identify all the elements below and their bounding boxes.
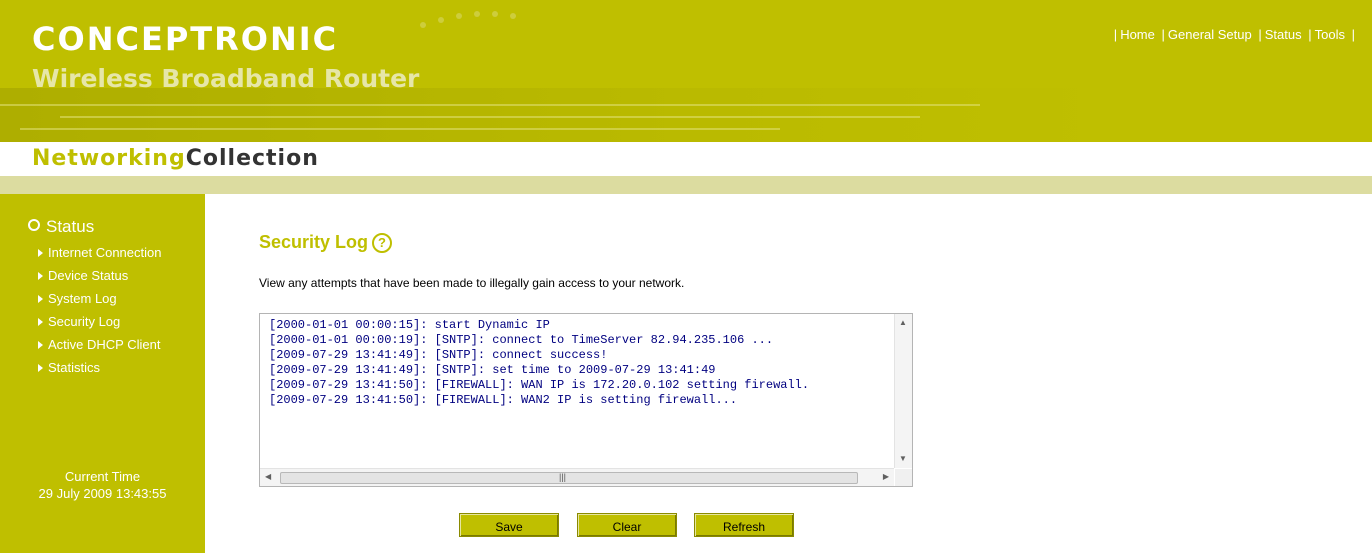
save-button[interactable]: Save — [459, 513, 559, 537]
banner-dot — [492, 11, 498, 17]
banner-dot — [510, 13, 516, 19]
log-line: [2009-07-29 13:41:49]: [SNTP]: set time … — [269, 363, 716, 377]
sidebar-item-device-status[interactable]: Device Status — [38, 264, 161, 287]
help-icon[interactable]: ? — [372, 233, 393, 253]
log-line: [2009-07-29 13:41:49]: [SNTP]: connect s… — [269, 348, 608, 362]
banner-dot — [420, 22, 426, 28]
sidebar-section-title: Status — [46, 217, 95, 236]
collection-logo: NetworkingCollection — [32, 146, 319, 171]
banner-dot — [474, 11, 480, 17]
header-stripe — [0, 176, 1372, 194]
nav-tools-link[interactable]: Tools — [1315, 27, 1345, 42]
sidebar-item-system-log[interactable]: System Log — [38, 287, 161, 310]
sidebar-item-label: Statistics — [48, 360, 101, 375]
log-line: [2009-07-29 13:41:50]: [FIREWALL]: WAN2 … — [269, 393, 738, 407]
scroll-right-arrow-icon[interactable]: ▶ — [883, 473, 889, 481]
scroll-left-arrow-icon[interactable]: ◀ — [265, 473, 271, 481]
page-title-text: Security Log — [259, 232, 369, 252]
triangle-right-icon — [38, 364, 43, 372]
nav-general-setup-link[interactable]: General Setup — [1168, 27, 1252, 42]
sidebar-item-label: System Log — [48, 291, 117, 306]
banner-shade — [0, 88, 1100, 142]
product-subtitle: Wireless Broadband Router — [32, 64, 420, 93]
banner-dot — [456, 13, 462, 19]
sidebar-item-security-log[interactable]: Security Log — [38, 310, 161, 333]
sidebar-item-active-dhcp-client[interactable]: Active DHCP Client — [38, 333, 161, 356]
triangle-right-icon — [38, 249, 43, 257]
clear-button[interactable]: Clear — [577, 513, 677, 537]
refresh-button[interactable]: Refresh — [694, 513, 794, 537]
banner-line — [20, 128, 780, 130]
horizontal-scrollbar[interactable]: ◀ ||| ▶ — [260, 468, 894, 486]
horizontal-scroll-thumb[interactable]: ||| — [280, 472, 858, 484]
current-time-label: Current Time — [64, 469, 141, 484]
vertical-scrollbar[interactable]: ▲ ▼ — [894, 314, 912, 468]
triangle-right-icon — [38, 341, 43, 349]
triangle-right-icon — [38, 295, 43, 303]
security-log-textarea[interactable]: [2000-01-01 00:00:15]: start Dynamic IP … — [259, 313, 913, 487]
scroll-up-arrow-icon[interactable]: ▲ — [899, 319, 907, 327]
log-content: [2000-01-01 00:00:15]: start Dynamic IP … — [260, 314, 894, 468]
banner-line — [60, 116, 920, 118]
log-line: [2000-01-01 00:00:15]: start Dynamic IP — [269, 318, 550, 332]
sidebar-item-internet-connection[interactable]: Internet Connection — [38, 241, 161, 264]
triangle-right-icon — [38, 318, 43, 326]
banner-dot — [438, 17, 444, 23]
status-ring-icon — [28, 219, 40, 231]
banner-line — [0, 104, 980, 106]
collection-logo-part2: Collection — [185, 146, 319, 171]
current-time: Current Time 29 July 2009 13:43:55 — [0, 468, 205, 502]
sidebar-item-label: Internet Connection — [48, 245, 162, 260]
top-navigation: | Home | General Setup | Status | Tools | — [1113, 27, 1355, 42]
current-time-value: 29 July 2009 13:43:55 — [38, 486, 167, 501]
nav-home-link[interactable]: Home — [1120, 27, 1155, 42]
sidebar-item-label: Device Status — [48, 268, 129, 283]
page-title: Security Log? — [259, 232, 393, 253]
sidebar-item-label: Active DHCP Client — [48, 337, 161, 352]
log-line: [2009-07-29 13:41:50]: [FIREWALL]: WAN I… — [269, 378, 810, 392]
brand-logo: CONCEPTRONIC — [32, 20, 339, 58]
sidebar-section-status[interactable]: Status — [28, 217, 94, 237]
sidebar-menu: Internet Connection Device Status System… — [38, 241, 161, 379]
triangle-right-icon — [38, 272, 43, 280]
sidebar: Status Internet Connection Device Status… — [0, 194, 205, 553]
page-description: View any attempts that have been made to… — [259, 276, 685, 290]
scroll-down-arrow-icon[interactable]: ▼ — [899, 455, 907, 463]
header-banner: CONCEPTRONIC Wireless Broadband Router |… — [0, 0, 1372, 142]
sidebar-item-label: Security Log — [48, 314, 121, 329]
scroll-grip-icon: ||| — [559, 472, 567, 482]
scroll-corner — [895, 469, 912, 486]
sidebar-item-statistics[interactable]: Statistics — [38, 356, 161, 379]
collection-bar: NetworkingCollection — [0, 142, 1372, 176]
collection-logo-part1: Networking — [32, 146, 186, 171]
log-line: [2000-01-01 00:00:19]: [SNTP]: connect t… — [269, 333, 774, 347]
nav-status-link[interactable]: Status — [1265, 27, 1302, 42]
